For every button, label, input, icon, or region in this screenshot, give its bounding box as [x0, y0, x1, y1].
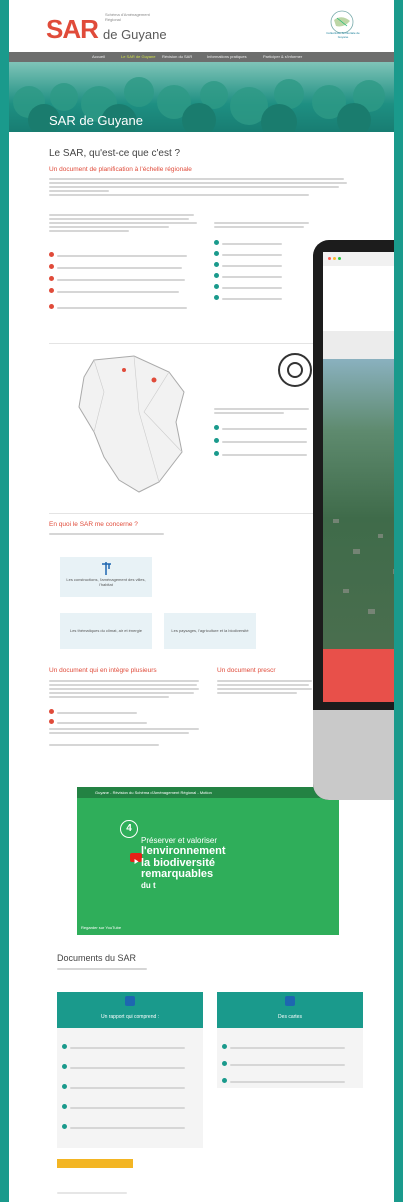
sar-logo[interactable]: SAR [46, 14, 99, 45]
site-header: SAR Schéma d'Aménagement Régional de Guy… [9, 0, 394, 50]
map-book-icon [285, 996, 295, 1006]
footer [57, 1192, 137, 1196]
intro-title: Le SAR, qu'est-ce que c'est ? [49, 148, 181, 159]
youtube-watch-link[interactable]: Regarder sur YouTube [81, 925, 121, 930]
documents-intro [57, 968, 167, 972]
card-label: Les constructions, l'aménagement des vil… [66, 577, 146, 587]
nav-item-participer[interactable]: Participer & s'informer [263, 54, 302, 59]
list-item [49, 282, 209, 298]
territories-list [214, 222, 314, 301]
prescriptif-text [217, 680, 312, 696]
browser-bar [323, 252, 394, 266]
tablet-screen [323, 252, 394, 702]
video-line2: l'environnement [141, 845, 226, 857]
card-climat[interactable]: Les thématiques du climat, air et énergi… [60, 613, 152, 649]
doc-card-rapport-label: Un rapport qui comprend : [100, 1014, 160, 1020]
report-icon [125, 996, 135, 1006]
doc-card-cartes-header: Des cartes [217, 992, 363, 1028]
objectives-list [49, 246, 209, 314]
video-step-badge: 4 [120, 820, 138, 838]
logo-subtitle: Schéma d'Aménagement Régional [105, 12, 150, 22]
prescriptif-title: Un document prescr [217, 667, 276, 674]
tablet-mockup [313, 240, 394, 800]
hero-title: SAR de Guyane [49, 113, 143, 128]
doc-card-rapport-header: Un rapport qui comprend : [57, 992, 203, 1028]
card-paysages[interactable]: Les paysages, l'agriculture et la biodiv… [164, 613, 256, 649]
concerne-intro [49, 533, 169, 537]
video-title: Guyane - Révision du Schéma d'Aménagemen… [95, 790, 212, 795]
card-label: Les thématiques du climat, air et énergi… [69, 628, 143, 633]
documents-title: Documents du SAR [57, 953, 137, 963]
download-button[interactable] [57, 1159, 133, 1168]
page: SAR Schéma d'Aménagement Régional de Guy… [9, 0, 394, 1202]
list-item [49, 298, 209, 314]
intro-subtitle: Un document de planification à l'échelle… [49, 166, 192, 173]
tablet-chin [313, 710, 394, 800]
tablet-site-header [323, 266, 394, 331]
video-header: Guyane - Révision du Schéma d'Aménagemen… [77, 787, 339, 798]
nav-item-infos[interactable]: Informations pratiques [207, 54, 247, 59]
divider [49, 513, 314, 514]
video-line5: du t [141, 881, 156, 890]
nav-item-sar-guyane[interactable]: Le SAR de Guyane [121, 54, 155, 59]
list-item [49, 246, 209, 258]
doc-card-cartes-body [217, 1028, 363, 1088]
guyane-map-image [78, 355, 185, 493]
nav-item-revision[interactable]: Révision du SAR [162, 54, 192, 59]
concerne-title: En quoi le SAR me concerne ? [49, 521, 138, 528]
main-nav: Accueil Le SAR de Guyane Révision du SAR… [9, 52, 394, 62]
integre-text [49, 680, 204, 736]
list-item [49, 258, 209, 270]
card-constructions[interactable]: Les constructions, l'aménagement des vil… [60, 557, 152, 597]
nav-item-accueil[interactable]: Accueil [92, 54, 105, 59]
integre-title: Un document qui en intègre plusieurs [49, 667, 157, 674]
logo-region: de Guyane [103, 27, 167, 42]
card-label: Les paysages, l'agriculture et la biodiv… [171, 628, 249, 633]
video-line4: remarquables [141, 868, 214, 880]
intro-paragraph [49, 178, 349, 198]
footnote [49, 744, 169, 748]
crane-icon [102, 562, 111, 575]
ctg-label: Collectivité Territoriale de Guyane [326, 31, 360, 39]
doc-card-rapport-body [57, 1028, 203, 1148]
intro-left-text [49, 214, 199, 234]
doc-card-cartes-label: Des cartes [278, 1014, 302, 1020]
video-line1: Préserver et valoriser [141, 836, 218, 845]
tablet-aerial-photo [323, 359, 394, 649]
list-item [49, 270, 209, 282]
tablet-nav [323, 331, 394, 359]
hero-banner: SAR de Guyane [9, 62, 394, 132]
tablet-red-banner [323, 649, 394, 702]
gear-icon [278, 353, 312, 387]
sar-guyane-list [214, 408, 314, 458]
